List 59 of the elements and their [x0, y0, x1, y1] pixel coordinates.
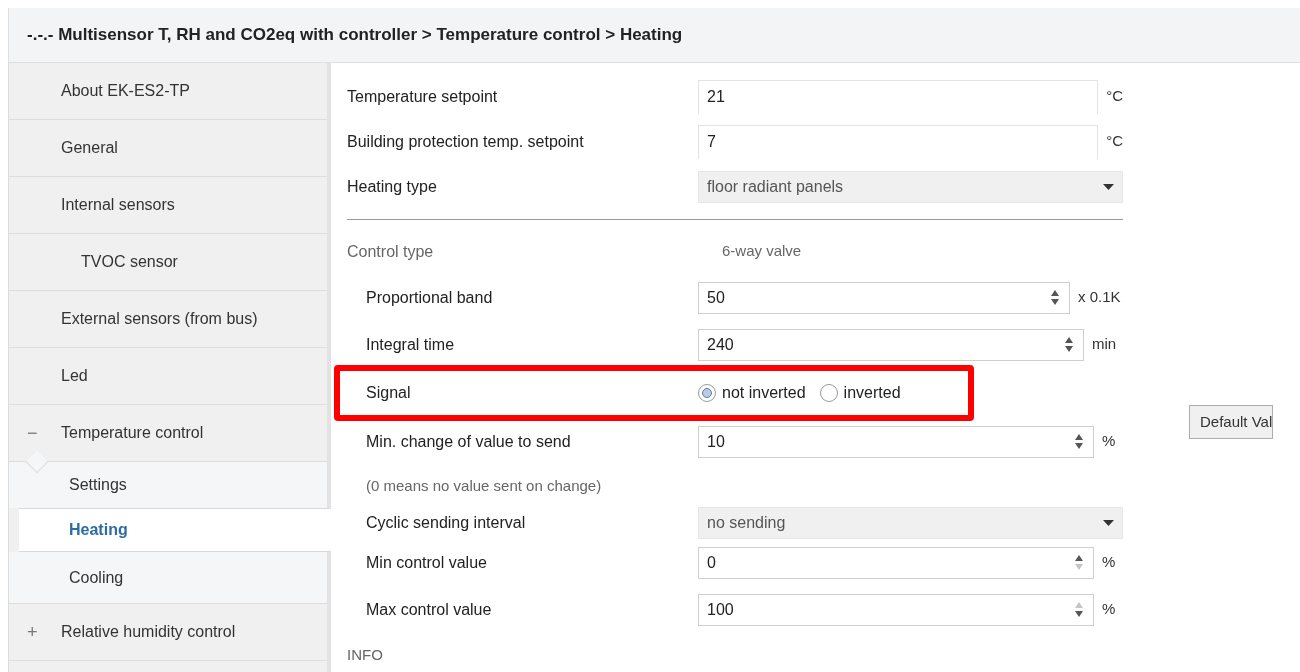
- up-arrow-icon[interactable]: [1065, 337, 1073, 343]
- unit-label: min: [1092, 334, 1117, 355]
- unit-label: %: [1102, 431, 1116, 452]
- input-field[interactable]: 21: [698, 79, 1099, 114]
- sidebar-item[interactable]: Internal sensors: [61, 193, 175, 217]
- radio-button[interactable]: [698, 384, 716, 402]
- breadcrumb-title: -.-.- Multisensor T, RH and CO2eq with controller > Temperature control > Heating: [27, 24, 683, 47]
- dropdown[interactable]: no sending: [698, 507, 1123, 539]
- spin-field[interactable]: 50: [698, 281, 1070, 314]
- sidebar-item[interactable]: About EK-ES2-TP: [61, 79, 190, 103]
- unit-label: °C: [1106, 86, 1123, 107]
- parameter-label: Building protection temp. setpoint: [347, 131, 585, 152]
- parameter-label: Cyclic sending interval: [366, 513, 527, 533]
- radio-option[interactable]: inverted: [819, 381, 901, 405]
- sidebar-item[interactable]: Cooling: [69, 565, 124, 590]
- collapse-toggle[interactable]: −: [27, 424, 39, 442]
- spin-field[interactable]: 10: [698, 425, 1094, 458]
- down-arrow-icon[interactable]: [1075, 611, 1083, 617]
- down-arrow-icon[interactable]: [1075, 443, 1083, 449]
- radio-option[interactable]: not inverted: [698, 381, 806, 405]
- up-arrow-icon[interactable]: [1051, 290, 1059, 296]
- unit-label: %: [1102, 552, 1116, 573]
- hint-text: (0 means no value sent on change): [366, 475, 602, 496]
- section-heading: INFO: [347, 644, 383, 665]
- up-arrow-icon[interactable]: [1075, 434, 1083, 440]
- input-field[interactable]: 7: [698, 124, 1099, 159]
- static-value: 6-way valve: [721, 241, 802, 262]
- sidebar-item[interactable]: External sensors (from bus): [61, 307, 258, 331]
- default-value-button[interactable]: Default Val: [1189, 405, 1274, 439]
- sidebar-item[interactable]: Settings: [69, 473, 127, 497]
- spin-field[interactable]: 0: [698, 546, 1094, 579]
- parameter-label: Max control value: [366, 599, 493, 620]
- caret-icon: [1103, 183, 1114, 190]
- spin-field[interactable]: 240: [698, 328, 1084, 361]
- unit-label: x 0.1K: [1078, 287, 1121, 308]
- sidebar-item[interactable]: Relative humidity control: [61, 620, 236, 644]
- parameter-label: Heating type: [347, 176, 438, 197]
- sidebar-item[interactable]: TVOC sensor: [81, 250, 178, 274]
- caret-icon: [1103, 520, 1114, 526]
- dropdown[interactable]: floor radiant panels: [698, 170, 1123, 203]
- sidebar-item[interactable]: Heating: [69, 518, 128, 542]
- parameter-label: Temperature setpoint: [347, 86, 499, 107]
- sidebar-item[interactable]: Led: [61, 364, 88, 388]
- unit-label: %: [1102, 599, 1116, 620]
- parameter-label: Signal: [366, 383, 412, 403]
- unit-label: °C: [1106, 131, 1123, 152]
- parameter-label: Proportional band: [366, 287, 494, 308]
- sidebar-item[interactable]: General: [61, 136, 118, 160]
- up-arrow-icon[interactable]: [1075, 555, 1083, 561]
- spin-field[interactable]: 100: [698, 593, 1094, 626]
- radio-button[interactable]: [819, 384, 838, 402]
- parameter-label: Integral time: [366, 334, 456, 355]
- parameter-label: Min. change of value to send: [366, 431, 572, 452]
- expand-toggle[interactable]: +: [27, 623, 39, 641]
- parameter-label: Min control value: [366, 552, 488, 573]
- down-arrow-icon[interactable]: [1065, 346, 1073, 352]
- parameter-label: Control type: [347, 241, 435, 262]
- down-arrow-icon[interactable]: [1051, 299, 1059, 305]
- sidebar-item[interactable]: Temperature control: [61, 421, 204, 445]
